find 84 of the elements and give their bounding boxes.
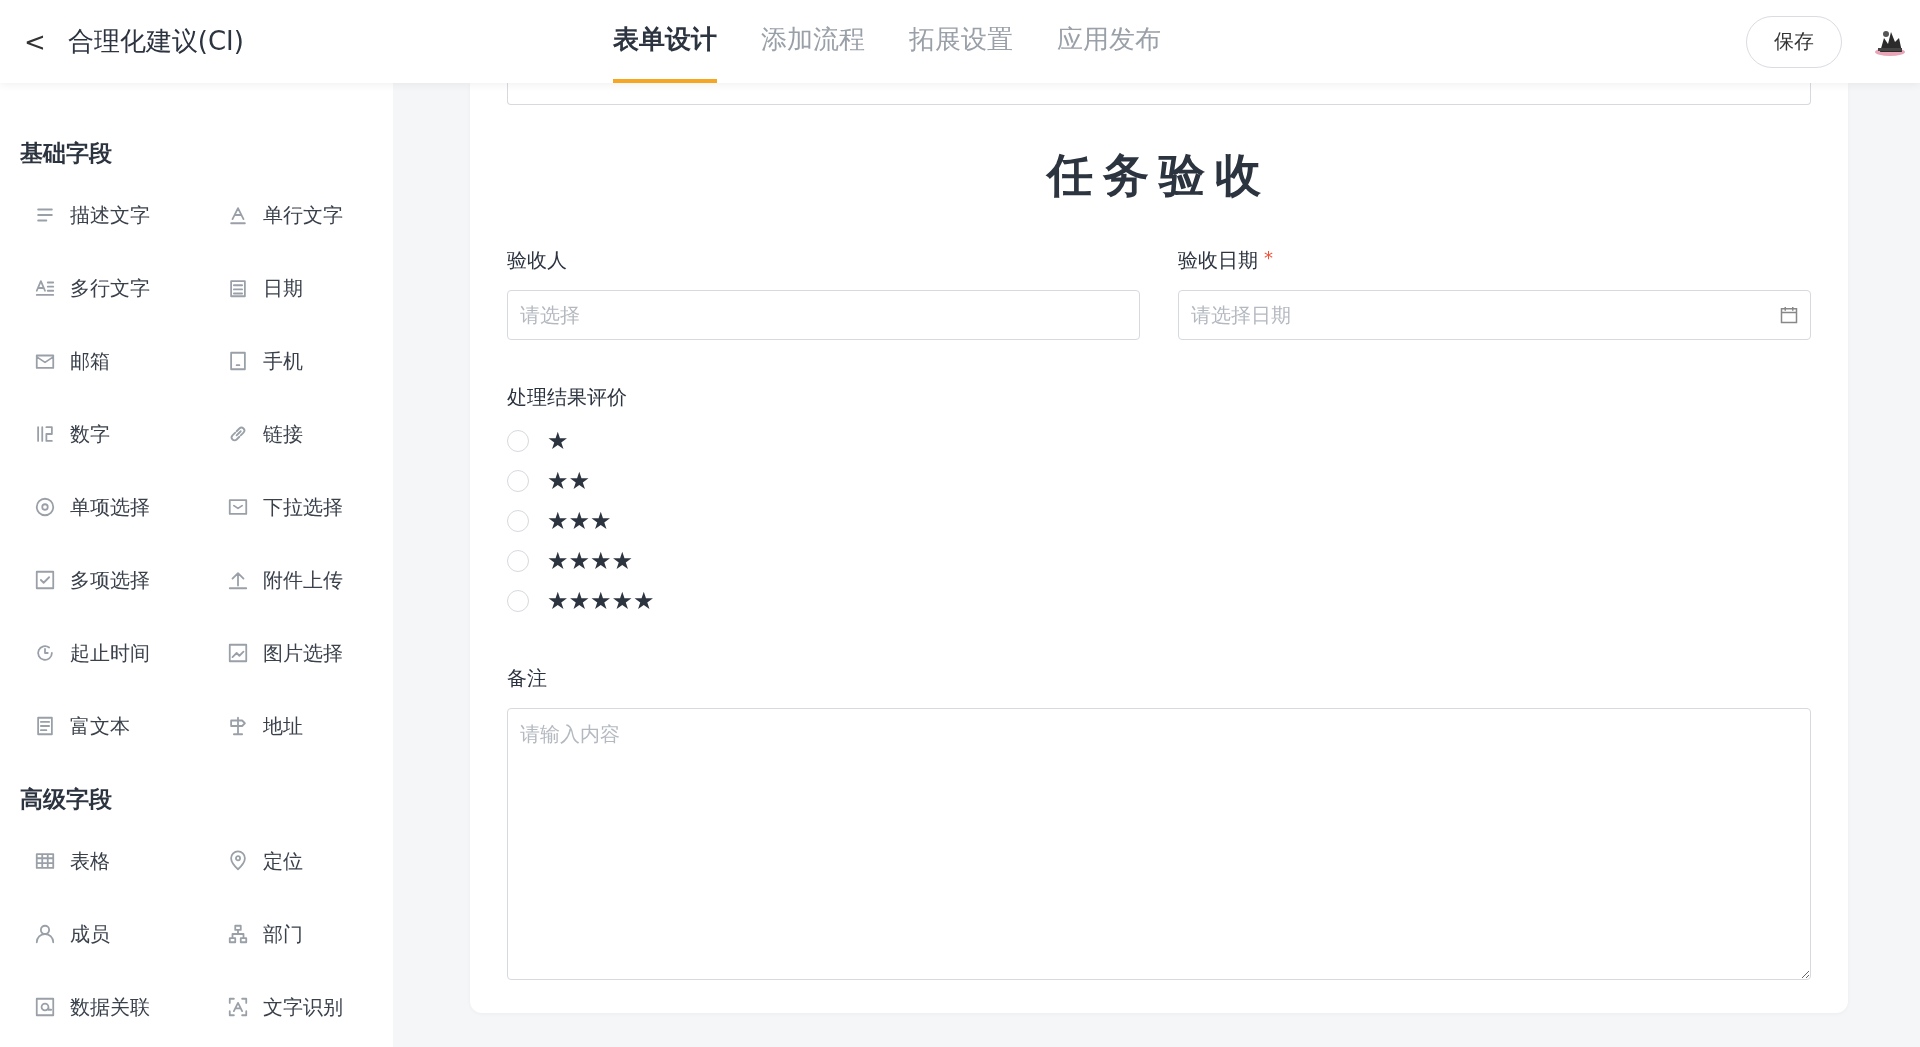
field-type-item[interactable]: 起止时间 xyxy=(20,633,213,673)
field-type-label: 多项选择 xyxy=(70,566,150,594)
star-rating-label: ★ xyxy=(547,427,569,455)
star-rating-label: ★★★★★ xyxy=(547,587,655,615)
star-rating-label: ★★ xyxy=(547,467,591,495)
field-type-label: 成员 xyxy=(70,920,110,948)
person-icon xyxy=(34,923,56,945)
field-type-label: 链接 xyxy=(263,420,303,448)
form-title: 任务验收 xyxy=(1045,147,1272,204)
field-type-label: 数据关联 xyxy=(70,993,150,1021)
field-label: 验收日期 xyxy=(1178,247,1258,274)
save-button[interactable]: 保存 xyxy=(1746,15,1842,68)
field-type-label: 部门 xyxy=(263,920,303,948)
field-label: 验收人 xyxy=(507,247,568,274)
field-type-label: 日期 xyxy=(263,274,303,302)
field-label: 处理结果评价 xyxy=(507,384,628,411)
org-chart-icon xyxy=(227,923,249,945)
dropdown-icon xyxy=(227,496,249,518)
field-type-label: 下拉选择 xyxy=(263,493,343,521)
field-type-label: 地址 xyxy=(263,712,303,740)
field-type-item[interactable]: 单行文字 xyxy=(213,195,393,235)
star-rating-label: ★★★★ xyxy=(547,547,634,575)
field-type-label: 富文本 xyxy=(70,712,130,740)
multiline-text-icon xyxy=(34,277,56,299)
field-type-label: 多行文字 xyxy=(70,274,150,302)
field-type-item[interactable]: 文字识别 xyxy=(213,987,393,1027)
textarea-field[interactable]: 请输入内容 xyxy=(507,708,1811,980)
phone-icon xyxy=(227,350,249,372)
field-type-item[interactable]: 表格 xyxy=(20,841,213,881)
field-type-item[interactable]: 描述文字 xyxy=(20,195,213,235)
date-field[interactable]: 请选择日期 xyxy=(1178,290,1811,340)
at-sign-icon xyxy=(34,996,56,1018)
field-type-item[interactable]: 图片选择 xyxy=(213,633,393,673)
field-type-item[interactable]: 成员 xyxy=(20,914,213,954)
field-type-item[interactable]: 下拉选择 xyxy=(213,487,393,527)
textarea-field[interactable] xyxy=(507,83,1811,105)
image-icon xyxy=(227,642,249,664)
back-button[interactable]: < xyxy=(18,26,52,57)
app-title: 合理化建议(CI) xyxy=(67,25,244,58)
field-type-label: 附件上传 xyxy=(263,566,343,594)
field-type-label: 单项选择 xyxy=(70,493,150,521)
field-type-item[interactable]: 单项选择 xyxy=(20,487,213,527)
required-mark: * xyxy=(1264,247,1273,270)
field-type-label: 表格 xyxy=(70,847,110,875)
section-heading: 高级字段 xyxy=(20,785,113,814)
field-type-item[interactable]: 日期 xyxy=(213,268,393,308)
field-type-label: 描述文字 xyxy=(70,201,150,229)
select-field[interactable]: 请选择 xyxy=(507,290,1140,340)
field-type-item[interactable]: 数字 xyxy=(20,414,213,454)
field-type-item[interactable]: 链接 xyxy=(213,414,393,454)
upload-icon xyxy=(227,569,249,591)
scan-text-icon xyxy=(227,996,249,1018)
field-type-label: 起止时间 xyxy=(70,639,150,667)
field-type-item[interactable]: 多项选择 xyxy=(20,560,213,600)
field-type-item[interactable]: 多行文字 xyxy=(20,268,213,308)
field-type-label: 手机 xyxy=(263,347,303,375)
calendar-icon xyxy=(227,277,249,299)
checkbox-icon xyxy=(34,569,56,591)
field-type-label: 数字 xyxy=(70,420,110,448)
field-type-item[interactable]: 手机 xyxy=(213,341,393,381)
field-type-label: 定位 xyxy=(263,847,303,875)
field-type-label: 单行文字 xyxy=(263,201,343,229)
document-icon xyxy=(34,715,56,737)
field-type-item[interactable]: 富文本 xyxy=(20,706,213,746)
signpost-icon xyxy=(227,715,249,737)
text-icon xyxy=(227,204,249,226)
field-type-item[interactable]: 地址 xyxy=(213,706,393,746)
field-type-item[interactable]: 数据关联 xyxy=(20,987,213,1027)
section-heading: 基础字段 xyxy=(20,139,113,168)
field-type-item[interactable]: 附件上传 xyxy=(213,560,393,600)
field-type-item[interactable]: 邮箱 xyxy=(20,341,213,381)
field-type-item[interactable]: 定位 xyxy=(213,841,393,881)
field-label: 备注 xyxy=(507,665,548,692)
location-pin-icon xyxy=(227,850,249,872)
radio-icon xyxy=(34,496,56,518)
star-rating-label: ★★★ xyxy=(547,507,612,535)
field-type-label: 文字识别 xyxy=(263,993,343,1021)
field-type-item[interactable]: 部门 xyxy=(213,914,393,954)
field-type-label: 图片选择 xyxy=(263,639,343,667)
number-icon xyxy=(34,423,56,445)
clock-icon xyxy=(34,642,56,664)
field-type-label: 邮箱 xyxy=(70,347,110,375)
table-icon xyxy=(34,850,56,872)
calendar-icon xyxy=(1779,305,1799,325)
